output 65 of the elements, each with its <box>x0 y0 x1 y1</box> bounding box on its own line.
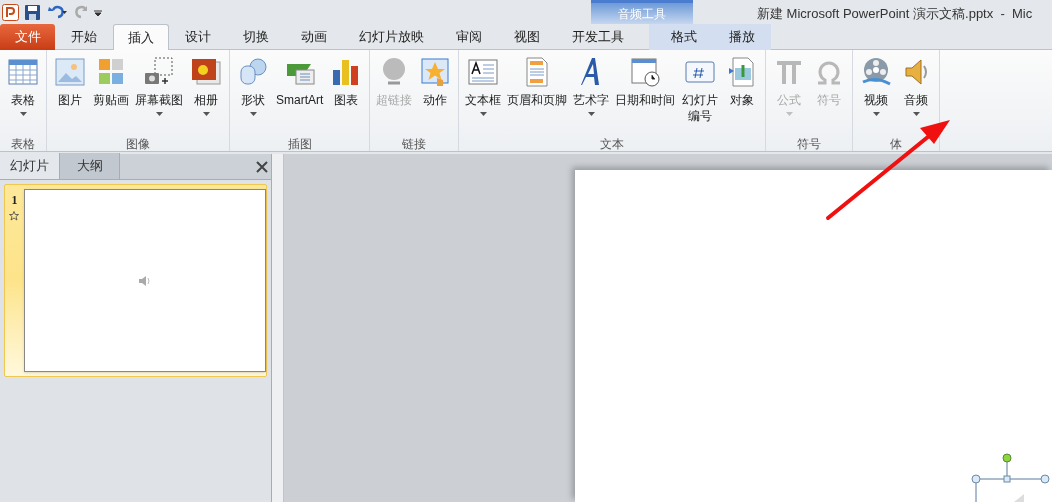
image-icon <box>54 56 86 88</box>
speaker-icon <box>137 274 152 287</box>
ribbon-button[interactable]: 图表 <box>326 54 367 136</box>
ribbon-button[interactable]: 相册 <box>186 54 226 136</box>
caret-icon <box>785 112 793 116</box>
ribbon-button[interactable]: 音频 <box>896 54 937 136</box>
caret-icon <box>912 112 920 116</box>
group-label: 符号 <box>796 136 823 152</box>
contextual-group-header: 音频工具 <box>591 0 693 24</box>
ribbon-tab[interactable]: 动画 <box>285 24 343 50</box>
ribbon-tab[interactable]: 审阅 <box>440 24 498 50</box>
file-tab[interactable]: 文件 <box>0 24 55 50</box>
save-icon[interactable] <box>25 4 40 20</box>
ribbon-button[interactable]: 形状 <box>233 54 273 136</box>
ribbon-button[interactable]: 页眉和页脚 <box>504 54 571 136</box>
ribbon-tab[interactable]: 视图 <box>498 24 556 50</box>
ribbon-tab[interactable]: 幻灯片放映 <box>343 24 440 50</box>
ribbon-button[interactable]: 幻灯片编号 <box>678 54 723 136</box>
table-icon <box>7 56 39 88</box>
ribbon-button[interactable]: 对象 <box>722 54 763 136</box>
ribbon-button[interactable]: 表格 <box>3 54 43 136</box>
ribbon-button[interactable]: 文本框 <box>462 54 505 136</box>
caret-icon <box>249 112 257 116</box>
pane-tab[interactable]: 大纲 <box>60 153 120 179</box>
caret-icon <box>479 112 487 116</box>
ribbon-tab[interactable]: 切换 <box>227 24 285 50</box>
app-logo-icon <box>2 3 19 21</box>
ribbon-tab[interactable]: 插入 <box>113 24 169 50</box>
calendar-clock-icon <box>629 56 662 88</box>
pane-tab[interactable]: 幻灯片 <box>0 153 60 179</box>
ribbon-tab[interactable]: 开始 <box>55 24 113 50</box>
ribbon-button[interactable]: 屏幕截图 <box>132 54 186 136</box>
group-label: 体 <box>889 136 904 152</box>
ribbon-button[interactable]: 图片 <box>50 54 90 136</box>
ribbon-tab[interactable]: 设计 <box>169 24 227 50</box>
ribbon-tab[interactable]: 格式 <box>655 24 713 50</box>
group-label: 链接 <box>401 136 428 152</box>
caret-icon <box>155 112 163 116</box>
caret-icon <box>587 112 595 116</box>
ribbon-tab[interactable]: 播放 <box>713 24 771 50</box>
ribbon-button[interactable]: 动作 <box>415 54 456 136</box>
caret-icon <box>19 112 27 116</box>
photo-album-icon <box>190 56 222 88</box>
window-title: 新建 Microsoft PowerPoint 演示文稿.pptx - Mic <box>757 5 1033 23</box>
film-reel-icon <box>860 56 893 88</box>
slide-thumbnail-item[interactable]: 1 <box>4 184 267 377</box>
group-label: 文本 <box>599 136 626 152</box>
caret-icon <box>872 112 880 116</box>
group-label: 图像 <box>125 136 151 152</box>
ribbon-button[interactable]: 剪贴画 <box>90 54 132 136</box>
star-icon <box>9 211 20 221</box>
text-box-icon <box>467 56 500 88</box>
shapes-icon <box>237 56 269 88</box>
caret-icon <box>202 112 210 116</box>
undo-icon[interactable] <box>46 5 68 19</box>
group-label: 插图 <box>286 136 313 152</box>
ribbon-button[interactable]: 艺术字 <box>570 54 613 136</box>
star-hand-icon <box>419 56 452 88</box>
group-label: 表格 <box>10 136 36 152</box>
ribbon-button[interactable]: SmartArt <box>273 54 327 136</box>
ribbon-button[interactable]: 日期和时间 <box>612 54 679 136</box>
slide-number: 1 <box>11 192 18 209</box>
close-icon[interactable] <box>256 161 268 173</box>
ribbon-tab[interactable]: 开发工具 <box>556 24 640 50</box>
ribbon-button[interactable]: 视频 <box>856 54 897 136</box>
